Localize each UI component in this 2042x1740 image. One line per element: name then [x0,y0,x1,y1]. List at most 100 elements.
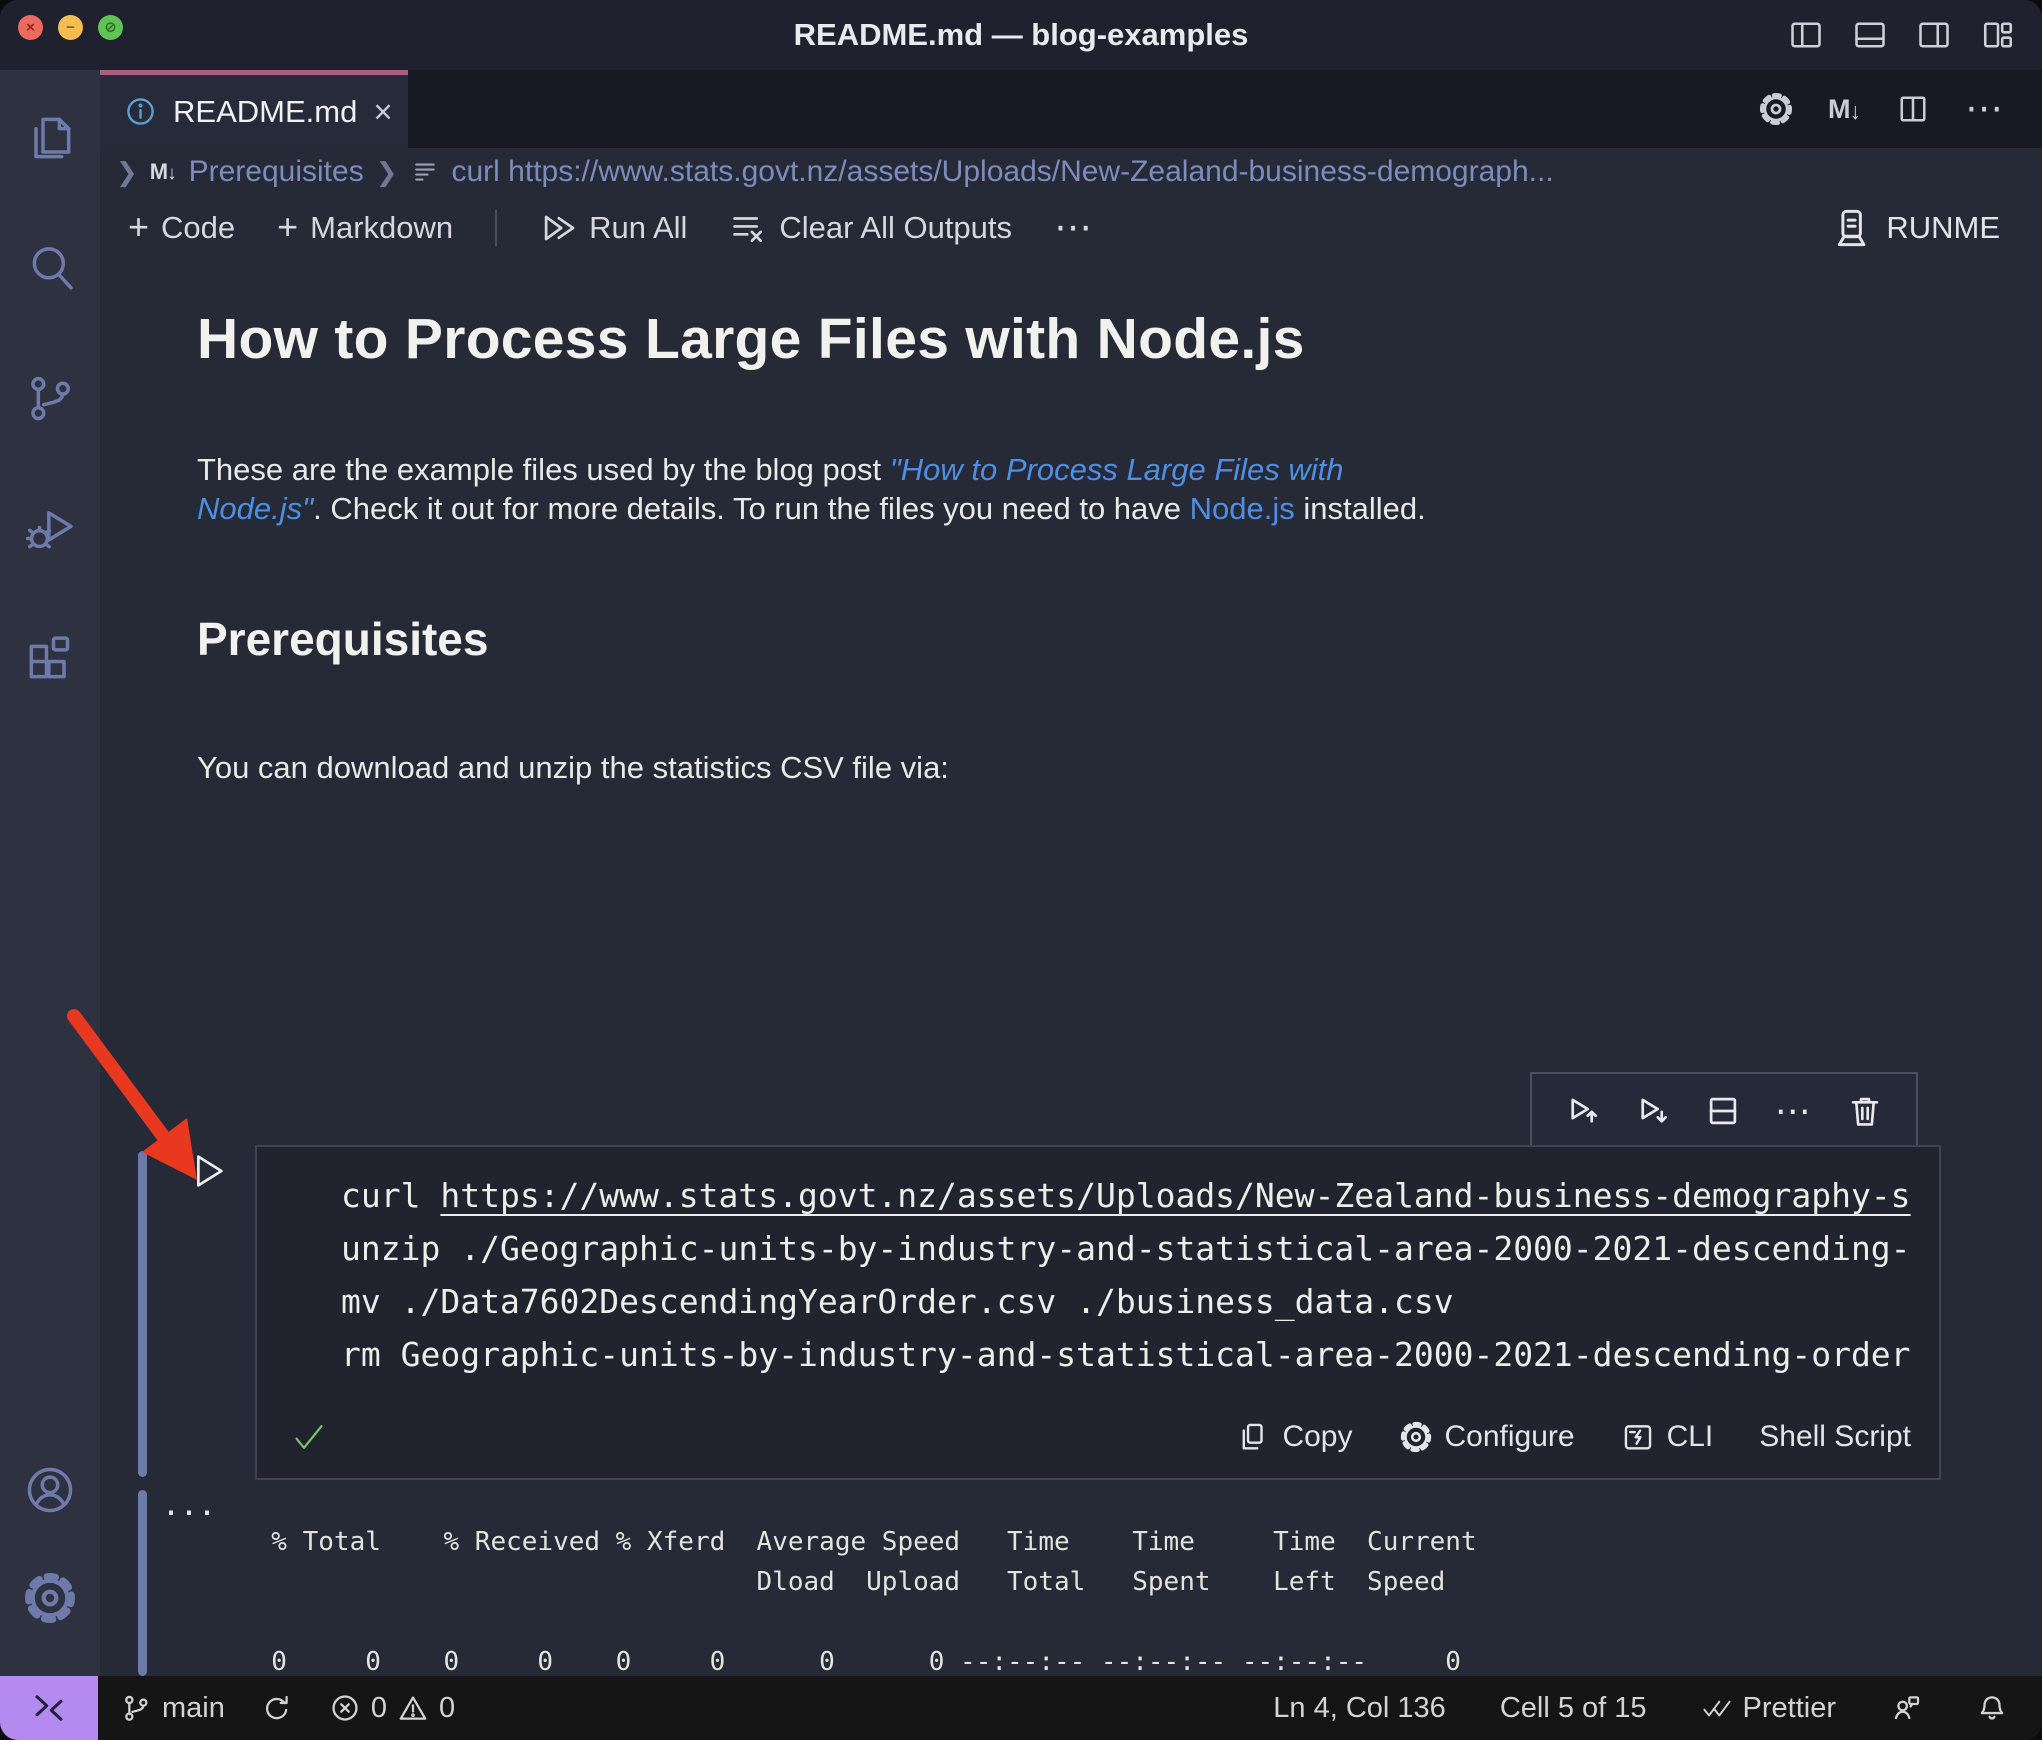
clear-outputs-icon [729,209,767,247]
titlebar-layout-controls [1788,0,2016,70]
intro-text: These are the example files used by the … [197,452,890,487]
breadcrumb-item-prerequisites[interactable]: Prerequisites [189,155,364,189]
configure-label: Configure [1444,1420,1575,1453]
output-focus-bar [138,1490,147,1676]
tab-readme[interactable]: README.md × [100,70,408,148]
add-code-cell-button[interactable]: + Code [128,205,236,247]
clear-all-outputs-button[interactable]: Clear All Outputs [729,209,1012,247]
settings-gear-icon[interactable] [0,1558,100,1638]
intro-text: installed. [1294,491,1426,526]
run-all-button[interactable]: Run All [539,209,687,247]
warnings-icon [397,1692,429,1724]
add-markdown-label: Markdown [310,210,454,245]
cli-icon [1621,1420,1655,1454]
execute-above-cells-icon[interactable] [1564,1092,1602,1130]
runme-logo-icon [1828,207,1870,249]
editor-area: README.md × M ↓ ⋯ ❯ M ↓ Prerequisites ❯ cu… [100,70,2042,1676]
toolbar-more-icon[interactable]: ⋯ [1054,209,1095,247]
problems-indicator[interactable]: 0 0 [329,1692,455,1725]
cell-toolbar: ⋯ [1530,1072,1918,1150]
warnings-count: 0 [439,1691,456,1724]
list-symbol-icon [410,157,440,187]
chevron-right-icon: ❯ [116,156,138,187]
branch-icon [120,1692,152,1724]
formatter-indicator[interactable]: Prettier [1701,1692,1836,1725]
copy-button[interactable]: Copy [1236,1420,1353,1454]
cli-button[interactable]: CLI [1621,1420,1714,1454]
add-code-label: Code [161,210,236,245]
split-cell-icon[interactable] [1704,1092,1742,1130]
cell-position-indicator[interactable]: Cell 5 of 15 [1500,1692,1647,1725]
runme-button[interactable]: RUNME [1828,207,2042,249]
markdown-symbol-icon: M ↓ [149,159,177,184]
clear-outputs-label: Clear All Outputs [779,210,1013,245]
cell-status-bar: Copy Configure CLI Shell Script [289,1408,1911,1466]
vscode-window: × − ⊘ README.md — blog-examples README.m… [0,0,2042,1740]
explorer-icon[interactable] [0,98,100,178]
sync-changes-button[interactable] [261,1692,293,1724]
feedback-icon[interactable] [1890,1692,1922,1724]
add-markdown-cell-button[interactable]: + Markdown [277,205,454,247]
notifications-bell-icon[interactable] [1976,1692,2008,1724]
output-collapse-icon[interactable]: ··· [164,1486,218,1534]
customize-layout-icon[interactable] [1980,17,2016,53]
copy-label: Copy [1282,1420,1353,1453]
gear-icon [1399,1420,1433,1454]
cli-label: CLI [1666,1420,1714,1453]
formatter-label: Prettier [1742,1691,1836,1724]
more-actions-icon[interactable]: ⋯ [1965,90,2006,128]
window-title: README.md — blog-examples [793,17,1249,52]
search-icon[interactable] [0,228,100,308]
runme-label: RUNME [1886,210,2000,245]
intro-paragraph: These are the example files used by the … [197,450,1957,528]
extensions-icon[interactable] [0,618,100,698]
remote-indicator[interactable] [0,1676,98,1740]
run-cell-button[interactable] [184,1148,230,1194]
activity-bar [0,70,100,1676]
page-title: How to Process Large Files with Node.js [197,307,1305,371]
markdown-preview-icon[interactable]: M ↓ [1828,95,1861,123]
run-debug-icon[interactable] [0,488,100,568]
intro-text: . Check it out for more details. To run … [313,491,1190,526]
source-control-icon[interactable] [0,358,100,438]
account-icon[interactable] [0,1450,100,1530]
execute-cell-and-below-icon[interactable] [1634,1092,1672,1130]
notebook-toolbar: + Code + Markdown Run All Clear All Outp… [100,196,2042,260]
errors-icon [329,1692,361,1724]
editor-actions: M ↓ ⋯ [1758,70,2042,148]
sync-icon [261,1692,293,1724]
copy-icon [1236,1420,1270,1454]
split-editor-icon[interactable] [1895,91,1931,127]
nodejs-link[interactable]: Node.js [1190,491,1295,526]
cell-more-actions-icon[interactable]: ⋯ [1775,1093,1814,1129]
errors-count: 0 [370,1691,387,1724]
cell-language-picker[interactable]: Shell Script [1759,1420,1911,1454]
section-title-prerequisites: Prerequisites [197,613,489,665]
tab-label: README.md [173,93,358,129]
plus-icon: + [128,205,150,247]
code-editor[interactable]: curl https://www.stats.govt.nz/assets/Up… [257,1147,1939,1381]
toggle-panel-icon[interactable] [1852,17,1888,53]
cursor-position-indicator[interactable]: Ln 4, Col 136 [1273,1692,1446,1725]
code-url-link[interactable]: https://www.stats.govt.nz/assets/Uploads… [440,1176,1910,1215]
git-branch-indicator[interactable]: main [120,1692,225,1725]
configure-button[interactable]: Configure [1399,1420,1575,1454]
chevron-right-icon: ❯ [375,156,398,187]
tab-bar: README.md × M ↓ ⋯ [100,70,2042,148]
delete-cell-icon[interactable] [1846,1092,1884,1130]
cell-focus-bar [138,1151,147,1477]
plus-icon: + [277,205,299,247]
download-instruction: You can download and unzip the statistic… [197,750,949,785]
breadcrumb-item-cell[interactable]: curl https://www.stats.govt.nz/assets/Up… [452,155,1554,189]
code-cell[interactable]: curl https://www.stats.govt.nz/assets/Up… [255,1145,1941,1480]
breadcrumb: ❯ M ↓ Prerequisites ❯ curl https://www.st… [100,148,2042,196]
notebook-settings-gear-icon[interactable] [1758,91,1794,127]
toggle-secondary-sidebar-icon[interactable] [1916,17,1952,53]
notebook-content: How to Process Large Files with Node.js … [100,260,2042,1676]
toggle-primary-sidebar-icon[interactable] [1788,17,1824,53]
double-check-icon [1701,1692,1733,1724]
run-all-icon [539,209,577,247]
success-check-icon [289,1417,329,1457]
toolbar-divider [495,210,498,246]
close-tab-icon[interactable]: × [373,93,392,131]
